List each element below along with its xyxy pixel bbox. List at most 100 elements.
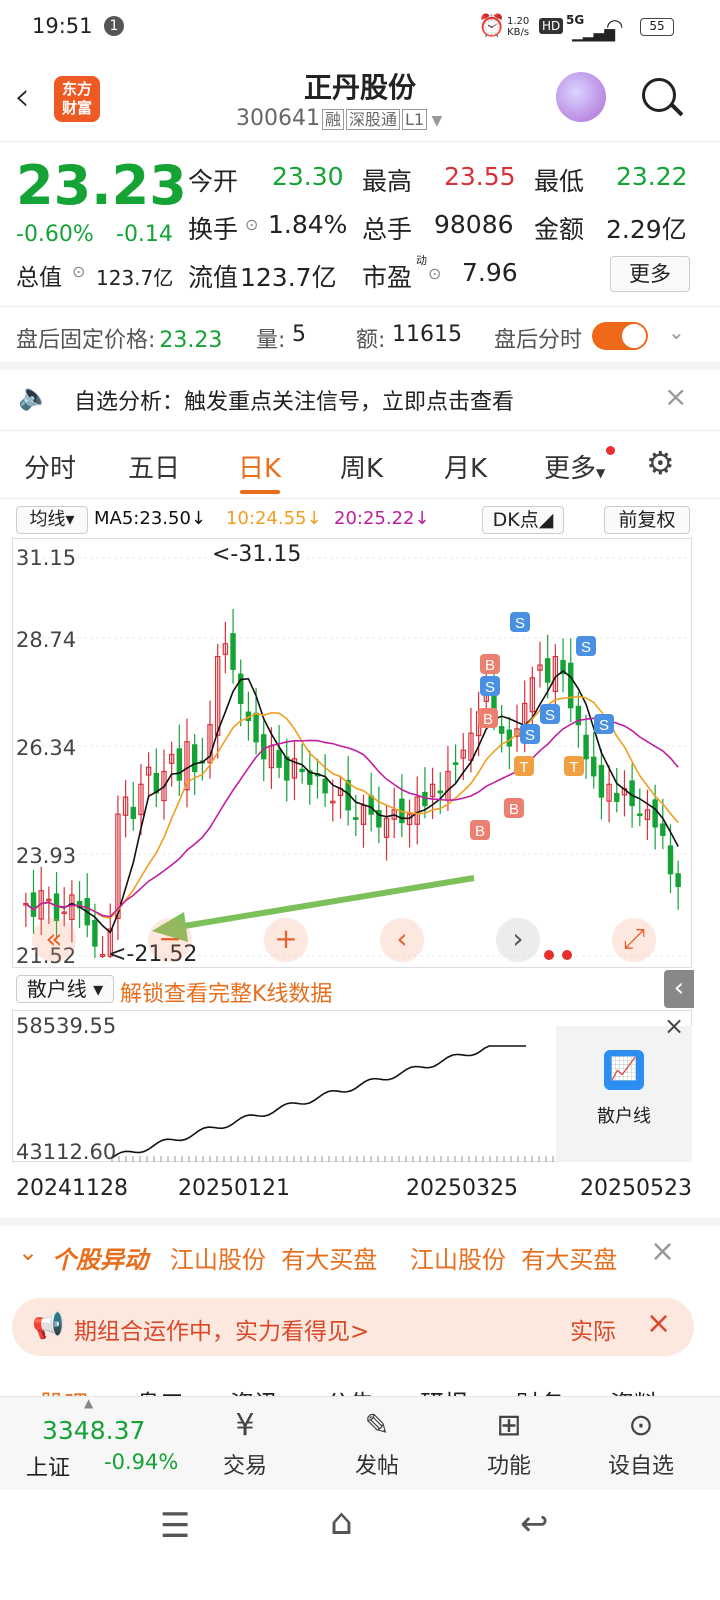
- x-tick: 20250523: [580, 1176, 692, 1201]
- index-quote[interactable]: ▲ 3348.37 上证 -0.94%: [0, 1396, 180, 1490]
- side-expand-button[interactable]: ‹: [664, 970, 694, 1008]
- candle: [675, 873, 681, 888]
- last-price: 23.23: [16, 154, 187, 217]
- info-icon[interactable]: ⊙: [245, 215, 258, 234]
- candle: [583, 734, 589, 760]
- more-dots-icon: ⊙: [628, 1408, 654, 1443]
- tab-more[interactable]: 更多▼: [544, 448, 605, 485]
- stock-code: 300641: [236, 106, 320, 131]
- fullscreen-icon[interactable]: ⤢: [612, 918, 656, 962]
- unlock-link[interactable]: 解锁查看完整K线数据: [120, 976, 332, 1008]
- alarm-icon: ⏰: [478, 14, 506, 39]
- scroll-right-button[interactable]: ›: [496, 918, 540, 962]
- indicator-card[interactable]: 📈 散户线: [556, 1026, 692, 1162]
- yen-icon: ¥: [235, 1408, 255, 1443]
- mover-item[interactable]: 江山股份 有大买盘: [410, 1240, 617, 1275]
- chevron-down-icon: ⌄: [18, 1238, 39, 1266]
- menu-icon[interactable]: ☰: [160, 1506, 190, 1546]
- afterhours-amt: 11615: [392, 322, 462, 347]
- info-icon[interactable]: ⊙: [428, 264, 441, 283]
- more-quote-button[interactable]: 更多: [610, 256, 690, 292]
- close-icon[interactable]: ×: [664, 380, 687, 413]
- indicator-max: 58539.55: [16, 1014, 117, 1038]
- status-time: 19:51: [32, 14, 93, 38]
- back-nav-icon[interactable]: ↩: [520, 1504, 549, 1544]
- kline-chart[interactable]: BBBSSSSSST TB: [12, 538, 692, 968]
- float-label: 流值: [188, 263, 239, 292]
- signal-label: S: [545, 707, 555, 724]
- candle: [230, 633, 236, 670]
- adjust-button[interactable]: 前复权: [604, 506, 690, 534]
- tag-rong: 融: [321, 109, 344, 130]
- info-icon[interactable]: ⊙: [72, 262, 85, 281]
- home-icon[interactable]: ⌂: [330, 1502, 353, 1543]
- candle: [544, 658, 551, 683]
- index-change: -0.94%: [104, 1450, 179, 1474]
- afterhours-vol: 5: [292, 322, 306, 347]
- afterhours-label: 盘后固定价格:: [16, 328, 156, 353]
- signal-label: B: [475, 823, 485, 840]
- robot-assistant-icon[interactable]: [556, 72, 606, 122]
- ma10-label: 10:24.55↓: [226, 508, 322, 529]
- y-tick: 23.93: [16, 844, 77, 868]
- tab-five-day[interactable]: 五日: [128, 448, 180, 485]
- afterhours-toggle[interactable]: [592, 322, 648, 350]
- afterhours-row: 盘后固定价格: 23.23: [16, 322, 222, 354]
- candle: [498, 726, 505, 734]
- candle: [452, 762, 459, 765]
- dk-point-button[interactable]: DK点◢: [482, 506, 564, 534]
- amount-label: 金额: [534, 215, 585, 244]
- signal-label: S: [599, 717, 609, 734]
- ma-selector[interactable]: 均线▾: [16, 506, 88, 534]
- candle: [353, 817, 359, 820]
- mover-item[interactable]: 江山股份 有大买盘: [170, 1240, 377, 1275]
- scroll-left-fast-button[interactable]: «: [32, 918, 76, 962]
- scroll-left-button[interactable]: ‹: [380, 918, 424, 962]
- low-value: 23.22: [616, 162, 688, 191]
- signal-label: T: [519, 759, 528, 776]
- afterhours-timeshare-label: 盘后分时: [494, 328, 583, 353]
- chevron-down-icon[interactable]: ⌄: [668, 320, 685, 344]
- nav-functions[interactable]: ⊞ 功能: [454, 1404, 564, 1480]
- high-value: 23.55: [444, 162, 516, 191]
- battery-icon: 55: [640, 18, 674, 36]
- promo-banner[interactable]: 📢 期组合运作中，实力看得见> 实际 ×: [12, 1298, 694, 1356]
- ma20-label: 20:25.22↓: [334, 508, 430, 529]
- tab-daily-k[interactable]: 日K: [238, 448, 281, 485]
- volume-value: 98086: [434, 210, 514, 239]
- banner-text: 期组合运作中，实力看得见>: [74, 1319, 370, 1345]
- low-label: 最低: [534, 167, 585, 196]
- y-tick: 31.15: [16, 546, 77, 570]
- chart-lock-icon: 📈: [604, 1050, 644, 1090]
- zoom-in-button[interactable]: +: [264, 918, 308, 962]
- close-icon[interactable]: ×: [646, 1306, 671, 1341]
- notice-bar[interactable]: 🔈 自选分析：触发重点关注信号，立即点击查看 ×: [0, 370, 720, 430]
- zoom-out-button[interactable]: −: [148, 918, 192, 962]
- tab-monthly-k[interactable]: 月K: [444, 448, 487, 485]
- amount-value: 2.29亿: [606, 215, 687, 244]
- tab-timeshare[interactable]: 分时: [24, 448, 76, 485]
- candle: [660, 823, 666, 836]
- stock-title: 正丹股份: [303, 71, 416, 104]
- turnover-value: 1.84%: [268, 210, 348, 239]
- nav-trade[interactable]: ¥ 交易: [190, 1404, 300, 1480]
- indicator-selector[interactable]: 散户线 ▾: [16, 975, 114, 1003]
- movers-bar[interactable]: ⌄ 个股异动 江山股份 有大买盘 江山股份 有大买盘 ×: [0, 1228, 720, 1284]
- nav-post[interactable]: ✎ 发帖: [322, 1404, 432, 1480]
- signal-label: B: [483, 711, 493, 728]
- nav-add-watchlist[interactable]: ⊙ 设自选: [586, 1404, 696, 1480]
- stock-code-row: 300641 融深股通 L1 ▼: [236, 106, 443, 131]
- tab-weekly-k[interactable]: 周K: [340, 448, 383, 485]
- candle: [437, 790, 443, 794]
- afterhours-amt-label: 额:: [356, 328, 386, 353]
- candle: [299, 768, 305, 773]
- pe-superscript: 动: [416, 254, 427, 267]
- candle: [284, 756, 290, 781]
- net-speed: 1.20 KB/s: [507, 16, 530, 38]
- tag-sgt: 深股通: [346, 109, 401, 130]
- settings-gear-icon[interactable]: ⚙: [646, 444, 675, 482]
- close-icon[interactable]: ×: [650, 1234, 675, 1269]
- ma-line-ma20: [25, 717, 679, 918]
- close-icon[interactable]: ×: [664, 1012, 684, 1040]
- header: ‹ 东方 财富 正丹股份 300641 融深股通 L1 ▼: [0, 56, 720, 142]
